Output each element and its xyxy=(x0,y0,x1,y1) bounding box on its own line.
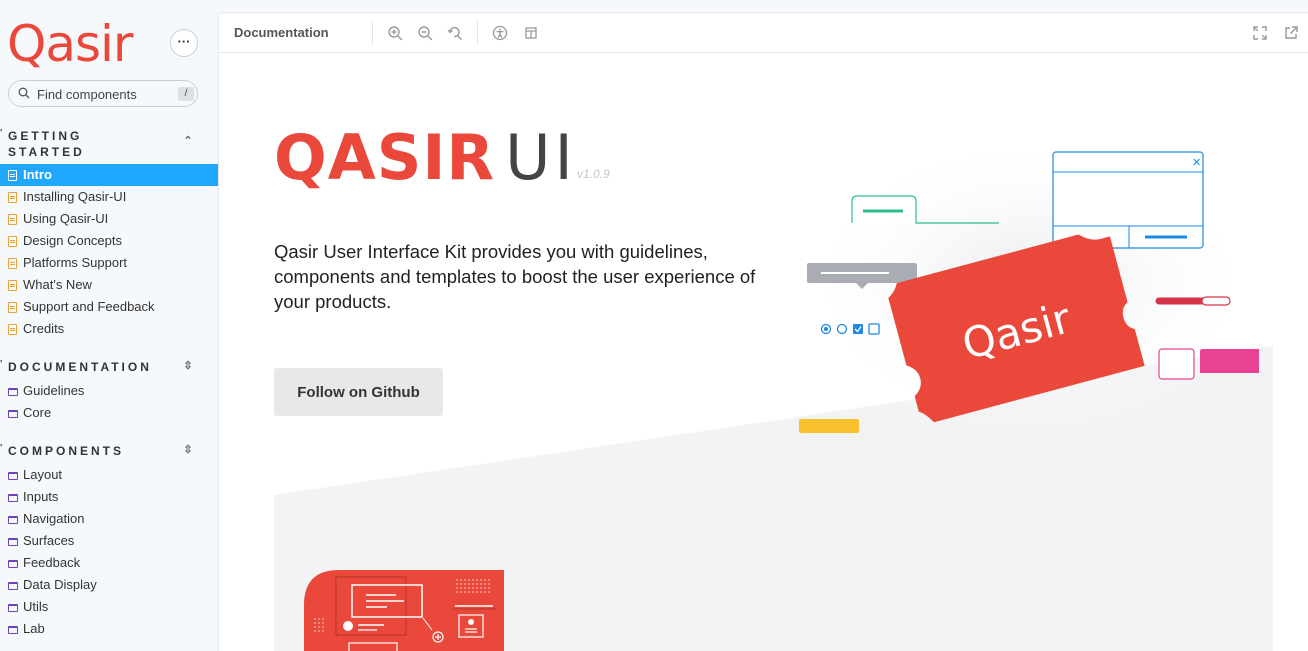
sidebar-item-core[interactable]: Core xyxy=(0,402,218,424)
section-title: DOCUMENTATION xyxy=(8,360,152,374)
sidebar-item-layout[interactable]: Layout xyxy=(0,464,218,486)
document-icon xyxy=(8,236,17,247)
document-icon xyxy=(8,280,17,291)
qasir-logo[interactable]: Qasir xyxy=(7,14,133,74)
hero-description: Qasir User Interface Kit provides you wi… xyxy=(274,241,756,312)
sidebar-item-lab[interactable]: Lab xyxy=(0,618,218,640)
expand-icon[interactable]: ⇳ xyxy=(182,359,194,373)
section-components[interactable]: ' COMPONENTS ⇳ xyxy=(0,443,218,459)
sidebar-item-utils[interactable]: Utils xyxy=(0,596,218,618)
sidebar-item-support[interactable]: Support and Feedback xyxy=(0,296,218,318)
section-documentation[interactable]: ' DOCUMENTATION ⇳ xyxy=(0,359,218,375)
follow-github-button[interactable]: Follow on Github xyxy=(274,368,443,416)
sidebar: Qasir ··· / ' GETTINGSTARTED ⌃ Intro Ins… xyxy=(0,0,218,651)
section-tick-icon: ' xyxy=(0,128,6,139)
more-options-button[interactable]: ··· xyxy=(170,29,198,57)
folder-icon xyxy=(8,582,18,590)
sidebar-item-intro[interactable]: Intro xyxy=(0,164,218,186)
folder-icon xyxy=(8,560,18,568)
sidebar-item-whats-new[interactable]: What's New xyxy=(0,274,218,296)
document-icon xyxy=(8,324,17,335)
search-icon xyxy=(18,87,30,99)
folder-icon xyxy=(8,626,18,634)
document-icon xyxy=(8,258,17,269)
section-title: COMPONENTS xyxy=(8,444,125,458)
folder-icon xyxy=(8,472,18,480)
collapse-icon[interactable]: ⌃ xyxy=(182,134,194,148)
sidebar-item-navigation[interactable]: Navigation xyxy=(0,508,218,530)
document-icon xyxy=(8,170,17,181)
hero-title-brand: QASIR xyxy=(274,121,496,194)
document-icon xyxy=(8,192,17,203)
search-input[interactable] xyxy=(37,85,167,103)
sidebar-item-credits[interactable]: Credits xyxy=(0,318,218,340)
search-box[interactable]: / xyxy=(8,80,198,107)
svg-text:✕: ✕ xyxy=(1192,156,1201,169)
folder-icon xyxy=(8,604,18,612)
sidebar-item-platforms[interactable]: Platforms Support xyxy=(0,252,218,274)
sidebar-item-surfaces[interactable]: Surfaces xyxy=(0,530,218,552)
section-title: GETTING STARTED xyxy=(8,129,85,159)
document-icon xyxy=(8,214,17,225)
folder-icon xyxy=(8,410,18,418)
hero-title: QASIR UI xyxy=(274,121,577,194)
sidebar-item-data-display[interactable]: Data Display xyxy=(0,574,218,596)
sidebar-item-inputs[interactable]: Inputs xyxy=(0,486,218,508)
preview-panel: Documentation QASIR UI v1.0.9 Qasir User… xyxy=(218,12,1308,651)
folder-icon xyxy=(8,388,18,396)
expand-icon[interactable]: ⇳ xyxy=(182,443,194,457)
hero-illustration: ✕ Qasir xyxy=(799,133,1259,433)
sidebar-item-using[interactable]: Using Qasir-UI xyxy=(0,208,218,230)
version-label: v1.0.9 xyxy=(577,167,610,181)
folder-icon xyxy=(8,538,18,546)
hero-title-suffix: UI xyxy=(505,121,577,194)
section-getting-started[interactable]: ' GETTING STARTED ⌃ xyxy=(0,128,218,160)
folder-icon xyxy=(8,516,18,524)
sidebar-item-design-concepts[interactable]: Design Concepts xyxy=(0,230,218,252)
sidebar-item-feedback[interactable]: Feedback xyxy=(0,552,218,574)
sidebar-item-installing[interactable]: Installing Qasir-UI xyxy=(0,186,218,208)
section-tick-icon: ' xyxy=(0,359,6,370)
app-root: Qasir ··· / ' GETTINGSTARTED ⌃ Intro Ins… xyxy=(0,0,1308,651)
search-shortcut-badge: / xyxy=(178,87,194,101)
folder-icon xyxy=(8,494,18,502)
section-tick-icon: ' xyxy=(0,443,6,454)
document-icon xyxy=(8,302,17,313)
sidebar-item-guidelines[interactable]: Guidelines xyxy=(0,380,218,402)
